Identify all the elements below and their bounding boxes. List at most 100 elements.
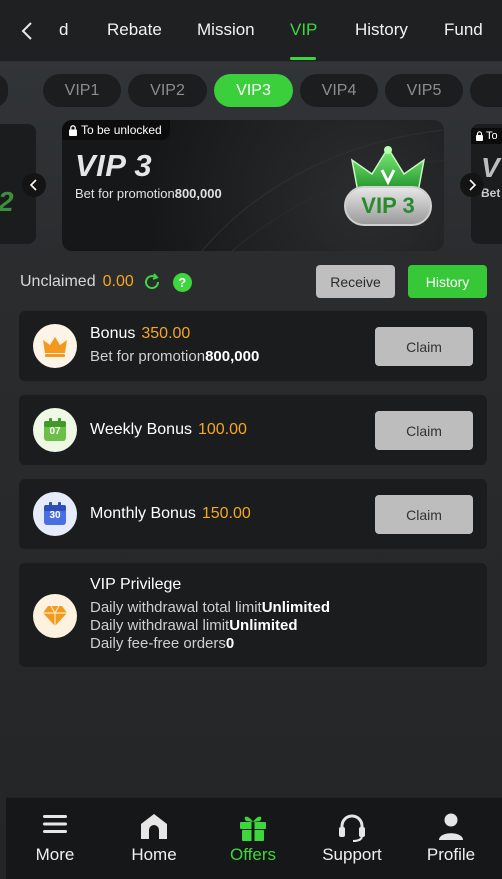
help-button[interactable]: ? bbox=[172, 272, 192, 292]
refresh-button[interactable] bbox=[142, 272, 162, 292]
chevron-right-icon bbox=[469, 179, 476, 191]
menu-icon bbox=[43, 815, 67, 833]
unclaimed-row: Unclaimed 0.00 ? bbox=[20, 270, 192, 294]
weekly-claim-button[interactable]: Claim bbox=[375, 411, 473, 450]
weekly-icon-number: 07 bbox=[49, 426, 61, 437]
bet-label: Bet for promotion bbox=[75, 186, 175, 201]
prev-vip-number: 2 bbox=[0, 186, 14, 218]
lock-icon bbox=[69, 124, 77, 136]
vip-pill-1[interactable]: VIP1 bbox=[43, 74, 121, 107]
vip-level-selector: VIP1 VIP2 VIP3 VIP4 VIP5 bbox=[0, 62, 502, 120]
privilege-row-2-value: Unlimited bbox=[229, 617, 298, 634]
tab-partial[interactable]: d bbox=[59, 20, 68, 40]
tab-fund[interactable]: Fund bbox=[444, 20, 483, 40]
vip-badge: VIP 3 bbox=[338, 142, 438, 232]
privilege-title: VIP Privilege bbox=[90, 576, 182, 593]
home-icon bbox=[141, 814, 167, 839]
refresh-icon bbox=[144, 273, 159, 290]
tab-mission[interactable]: Mission bbox=[197, 20, 255, 40]
privilege-row-3-value: 0 bbox=[225, 635, 235, 652]
privilege-row-1-label: Daily withdrawal total limit bbox=[90, 599, 262, 616]
chevron-left-icon bbox=[21, 22, 32, 40]
privilege-row-2: Daily withdrawal limitUnlimited bbox=[90, 617, 298, 634]
history-button[interactable]: History bbox=[408, 265, 487, 298]
monthly-title-row: Monthly Bonus 150.00 bbox=[90, 505, 251, 523]
nav-support-label: Support bbox=[322, 845, 382, 864]
tab-history[interactable]: History bbox=[355, 20, 408, 40]
bet-value: 800,000 bbox=[174, 186, 222, 201]
vip-title: VIP 3 bbox=[75, 148, 153, 183]
lock-label: To be unlocked bbox=[81, 123, 162, 137]
vip-pill-partial-right[interactable] bbox=[470, 74, 502, 107]
chevron-left-icon bbox=[30, 179, 37, 191]
gift-icon bbox=[240, 816, 266, 841]
tab-rebate[interactable]: Rebate bbox=[107, 20, 162, 40]
monthly-bonus-card: 30 Monthly Bonus 150.00 Claim bbox=[19, 479, 487, 549]
vip-banner: To be unlocked VIP 3 Bet for promotion80… bbox=[62, 120, 444, 251]
bonus-icon-wrap bbox=[33, 324, 77, 368]
monthly-claim-button[interactable]: Claim bbox=[375, 495, 473, 534]
weekly-amount: 100.00 bbox=[197, 421, 247, 438]
vip-pill-2[interactable]: VIP2 bbox=[128, 74, 207, 107]
weekly-title: Weekly Bonus bbox=[90, 421, 192, 438]
monthly-icon-number: 30 bbox=[49, 510, 61, 521]
bonus-title: Bonus bbox=[90, 325, 136, 342]
next-lock-tag: To bbox=[471, 128, 502, 144]
bonus-title-row: Bonus 350.00 bbox=[90, 325, 190, 343]
vip-pill-5[interactable]: VIP5 bbox=[385, 74, 463, 107]
monthly-icon-wrap: 30 bbox=[33, 492, 77, 536]
top-nav: d Rebate Mission VIP History Fund bbox=[0, 0, 502, 62]
nav-offers-label: Offers bbox=[230, 845, 276, 864]
user-icon bbox=[439, 813, 463, 840]
privilege-icon-wrap bbox=[33, 594, 77, 638]
privilege-row-1: Daily withdrawal total limitUnlimited bbox=[90, 599, 330, 616]
active-tab-indicator bbox=[290, 57, 316, 60]
nav-home[interactable]: Home bbox=[105, 798, 203, 879]
receive-button[interactable]: Receive bbox=[316, 265, 395, 298]
banner-prev-button[interactable] bbox=[22, 173, 46, 197]
next-vip-title: V bbox=[481, 152, 500, 183]
nav-offers[interactable]: Offers bbox=[204, 798, 302, 879]
unclaimed-label: Unclaimed bbox=[20, 273, 96, 290]
monthly-amount: 150.00 bbox=[201, 505, 251, 522]
nav-more-label: More bbox=[35, 845, 75, 864]
vip-pill-3[interactable]: VIP3 bbox=[214, 74, 293, 107]
bonus-claim-button[interactable]: Claim bbox=[375, 327, 473, 366]
lock-tag: To be unlocked bbox=[62, 120, 170, 140]
bonus-amount: 350.00 bbox=[141, 325, 191, 342]
banner-next-button[interactable] bbox=[460, 173, 484, 197]
vip-pill-partial[interactable] bbox=[0, 74, 8, 107]
back-button[interactable] bbox=[14, 18, 40, 44]
privilege-row-3: Daily fee-free orders0 bbox=[90, 635, 234, 652]
bottom-nav: More Home Offers Support Profile bbox=[6, 797, 502, 879]
question-icon: ? bbox=[178, 274, 187, 290]
next-vip-sub: Bet bbox=[481, 186, 501, 200]
vip-privilege-card: VIP Privilege Daily withdrawal total lim… bbox=[19, 563, 487, 667]
vip-pill-4[interactable]: VIP4 bbox=[300, 74, 378, 107]
nav-home-label: Home bbox=[131, 845, 177, 864]
weekly-icon-wrap: 07 bbox=[33, 408, 77, 452]
privilege-row-3-label: Daily fee-free orders bbox=[90, 635, 226, 652]
nav-support[interactable]: Support bbox=[303, 798, 401, 879]
vip-badge-label: VIP 3 bbox=[344, 186, 432, 226]
bonus-requirement: Bet for promotion800,000 bbox=[90, 348, 259, 365]
privilege-row-2-label: Daily withdrawal limit bbox=[90, 617, 230, 634]
tab-vip[interactable]: VIP bbox=[290, 20, 317, 40]
nav-profile-label: Profile bbox=[426, 845, 476, 864]
bonus-card: Bonus 350.00 Bet for promotion800,000 Cla… bbox=[19, 311, 487, 381]
nav-profile[interactable]: Profile bbox=[402, 798, 500, 879]
weekly-bonus-card: 07 Weekly Bonus 100.00 Claim bbox=[19, 395, 487, 465]
bonus-requirement-value: 800,000 bbox=[205, 348, 260, 365]
bet-requirement: Bet for promotion800,000 bbox=[75, 186, 222, 201]
vip-page: d Rebate Mission VIP History Fund VIP1 V… bbox=[0, 0, 502, 879]
next-lock-label: To bbox=[486, 130, 498, 142]
diamond-icon bbox=[43, 605, 67, 626]
monthly-title: Monthly Bonus bbox=[90, 505, 196, 522]
unclaimed-amount: 0.00 bbox=[102, 273, 134, 290]
headset-icon bbox=[339, 814, 365, 842]
lock-icon bbox=[476, 131, 483, 141]
nav-more[interactable]: More bbox=[6, 798, 104, 879]
privilege-row-1-value: Unlimited bbox=[261, 599, 331, 616]
bonus-requirement-label: Bet for promotion bbox=[90, 348, 206, 365]
weekly-title-row: Weekly Bonus 100.00 bbox=[90, 421, 247, 439]
